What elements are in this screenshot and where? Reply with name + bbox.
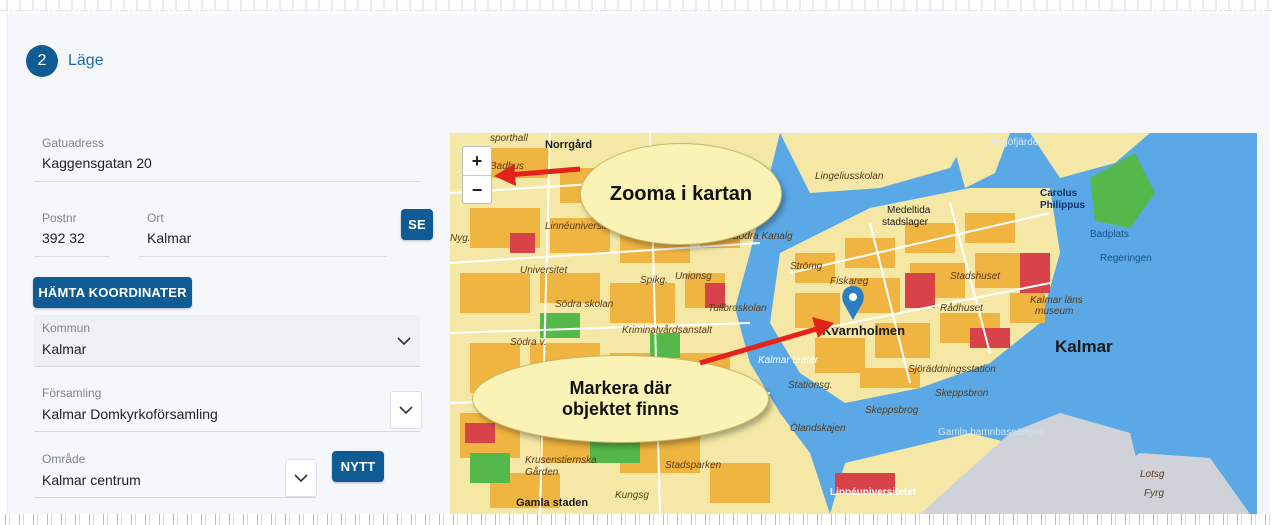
step-header: 2 Läge — [26, 45, 104, 77]
map-view[interactable]: sporthall Norrgård Badhus Lingeliusskola… — [450, 133, 1257, 514]
step-title: Läge — [68, 52, 104, 69]
omrade-label: Område — [42, 452, 86, 466]
postnr-value: 392 32 — [42, 230, 85, 246]
field-underline — [34, 181, 420, 182]
chevron-down-icon[interactable] — [394, 331, 414, 351]
ort-value: Kalmar — [147, 230, 192, 246]
kommun-label: Kommun — [42, 321, 91, 335]
se-button[interactable]: SE — [401, 209, 433, 240]
nytt-button[interactable]: NYTT — [332, 451, 384, 482]
kommun-value: Kalmar — [42, 341, 87, 357]
street-address-field[interactable]: Gatuadress Kaggensgatan 20 — [34, 136, 420, 182]
street-address-value: Kaggensgatan 20 — [42, 155, 152, 171]
forsamling-label: Församling — [42, 386, 102, 400]
arrow-to-zoom — [494, 164, 581, 186]
arrow-to-marker — [699, 317, 834, 366]
field-underline — [34, 256, 110, 257]
street-address-label: Gatuadress — [42, 136, 105, 150]
zoom-in-button[interactable]: + — [463, 147, 491, 176]
ort-field[interactable]: Ort Kalmar — [139, 211, 387, 257]
chevron-down-icon[interactable] — [285, 459, 317, 497]
forsamling-value: Kalmar Domkyrkoförsamling — [42, 406, 218, 422]
postnr-label: Postnr — [42, 211, 77, 225]
chevron-down-icon[interactable] — [390, 391, 422, 429]
zoom-out-button[interactable]: − — [463, 176, 491, 204]
torn-edge-bottom — [0, 514, 1272, 525]
kommun-select[interactable]: Kommun Kalmar — [34, 315, 420, 367]
omrade-select[interactable]: Område Kalmar centrum — [34, 446, 316, 498]
omrade-value: Kalmar centrum — [42, 472, 141, 488]
step-number-badge: 2 — [26, 45, 58, 77]
ort-label: Ort — [147, 211, 164, 225]
torn-edge-top — [0, 0, 1272, 11]
forsamling-select[interactable]: Församling Kalmar Domkyrkoförsamling — [34, 380, 420, 432]
get-coordinates-button[interactable]: HÄMTA KOORDINATER — [33, 277, 192, 308]
annotation-arrows — [494, 164, 834, 366]
postnr-field[interactable]: Postnr 392 32 — [34, 211, 110, 257]
map-zoom-control: + − — [462, 146, 492, 204]
field-underline — [139, 256, 387, 257]
